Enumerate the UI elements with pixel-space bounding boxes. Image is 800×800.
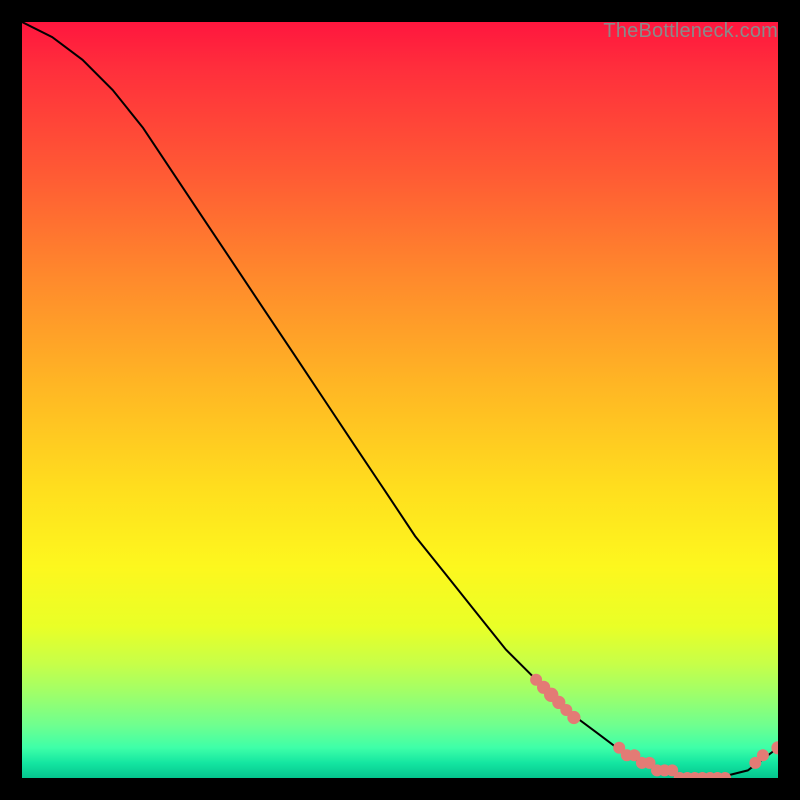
frame: TheBottleneck.com bbox=[0, 0, 800, 800]
plot-area bbox=[22, 22, 778, 778]
data-marker bbox=[757, 749, 769, 761]
bottleneck-curve bbox=[22, 22, 778, 778]
data-marker bbox=[719, 772, 731, 778]
bottleneck-chart bbox=[22, 22, 778, 778]
data-marker bbox=[567, 711, 580, 724]
marker-layer bbox=[530, 674, 778, 778]
